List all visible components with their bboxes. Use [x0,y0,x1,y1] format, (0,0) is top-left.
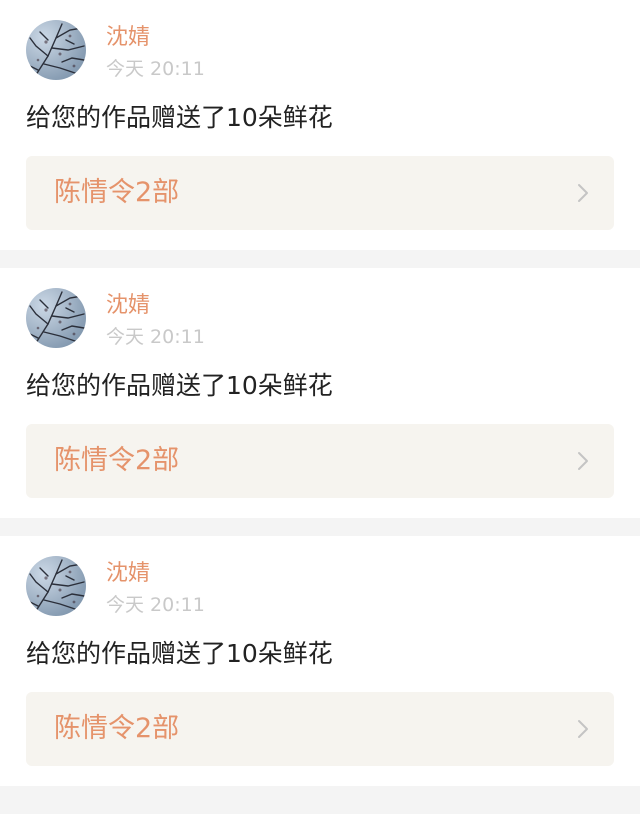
notification-message: 给您的作品赠送了10朵鲜花 [26,103,333,132]
notification-message: 给您的作品赠送了10朵鲜花 [26,371,333,400]
notification-meta: 沈婧 今天 20:11 [106,20,205,81]
notification-header: 沈婧 今天 20:11 [26,556,614,618]
work-link-button[interactable]: 陈情令2部 [26,156,614,230]
avatar[interactable] [26,288,86,348]
notification-message: 给您的作品赠送了10朵鲜花 [26,639,333,668]
chevron-right-icon [578,184,588,202]
notification-header: 沈婧 今天 20:11 [26,288,614,350]
avatar[interactable] [26,20,86,80]
timestamp: 今天 20:11 [106,58,205,80]
chevron-right-icon [578,452,588,470]
notification-feed: 沈婧 今天 20:11 给您的作品赠送了10朵鲜花 陈情令2部 沈婧 今天 20… [0,0,640,786]
tree-branches-icon [29,559,85,615]
avatar[interactable] [26,556,86,616]
notification-card: 沈婧 今天 20:11 给您的作品赠送了10朵鲜花 陈情令2部 [0,268,640,518]
notification-header: 沈婧 今天 20:11 [26,20,614,82]
chevron-right-icon [578,720,588,738]
timestamp: 今天 20:11 [106,594,205,616]
timestamp: 今天 20:11 [106,326,205,348]
work-title: 陈情令2部 [54,713,180,744]
user-name[interactable]: 沈婧 [106,560,205,588]
work-link-button[interactable]: 陈情令2部 [26,692,614,766]
tree-branches-icon [29,23,85,79]
work-title: 陈情令2部 [54,445,180,476]
user-name[interactable]: 沈婧 [106,24,205,52]
work-link-button[interactable]: 陈情令2部 [26,424,614,498]
notification-card: 沈婧 今天 20:11 给您的作品赠送了10朵鲜花 陈情令2部 [0,536,640,786]
user-name[interactable]: 沈婧 [106,292,205,320]
work-title: 陈情令2部 [54,177,180,208]
notification-meta: 沈婧 今天 20:11 [106,556,205,617]
tree-branches-icon [29,291,85,347]
notification-card: 沈婧 今天 20:11 给您的作品赠送了10朵鲜花 陈情令2部 [0,0,640,250]
notification-meta: 沈婧 今天 20:11 [106,288,205,349]
